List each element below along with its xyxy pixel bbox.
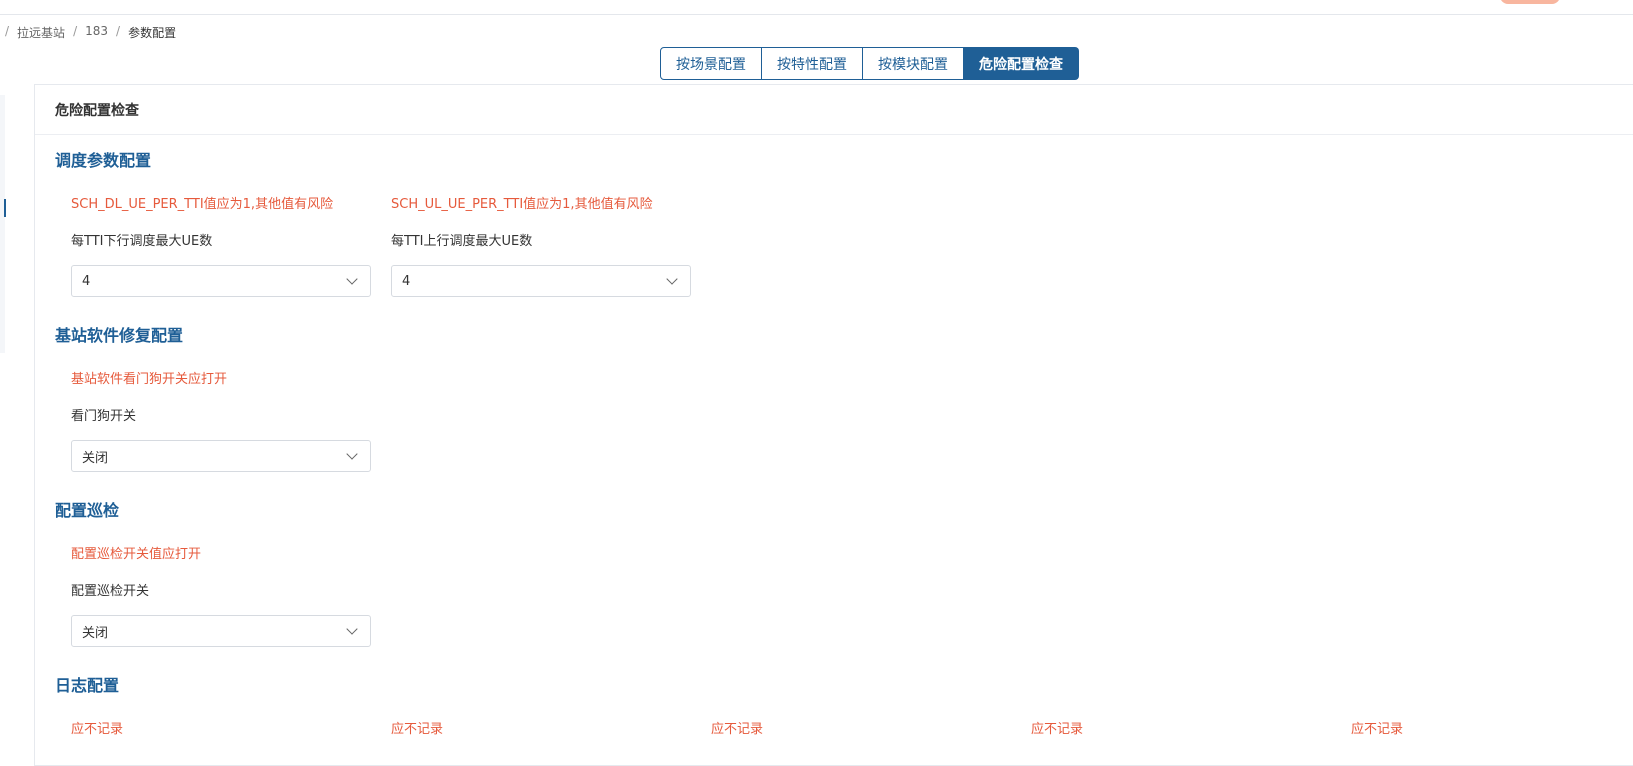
breadcrumb: / 拉远基站 / 183 / 参数配置 [5,24,176,41]
section-title-scheduling: 调度参数配置 [55,151,152,170]
chevron-down-icon [346,273,358,285]
breadcrumb-item-id[interactable]: 183 [85,24,108,41]
section-title-software-repair: 基站软件修复配置 [55,326,184,345]
breadcrumb-item-current: 参数配置 [128,26,177,40]
select-ul-max-ue[interactable]: 4 [391,265,691,297]
section-title-log: 日志配置 [55,676,120,695]
label-ul-max-ue: 每TTI上行调度最大UE数 [391,234,533,249]
select-value: 关闭 [82,625,109,641]
avatar[interactable] [1500,0,1560,4]
warning-watchdog: 基站软件看门狗开关应打开 [71,372,228,387]
warning-log-5: 应不记录 [1351,722,1404,737]
select-dl-max-ue[interactable]: 4 [71,265,371,297]
breadcrumb-separator: / [5,24,10,38]
section-title-inspection: 配置巡检 [55,501,120,520]
warning-log-3: 应不记录 [711,722,764,737]
label-watchdog-switch: 看门狗开关 [71,409,137,424]
side-nav-edge [0,95,5,353]
select-watchdog-switch[interactable]: 关闭 [71,440,371,472]
chevron-down-icon [346,623,358,635]
select-value: 4 [402,273,411,289]
warning-log-1: 应不记录 [71,722,124,737]
breadcrumb-separator: / [73,24,78,38]
chevron-down-icon [666,273,678,285]
warning-log-2: 应不记录 [391,722,444,737]
label-dl-max-ue: 每TTI下行调度最大UE数 [71,234,213,249]
card-title: 危险配置检查 [35,85,1633,135]
label-inspection-switch: 配置巡检开关 [71,584,150,599]
warning-dl-ue-per-tti: SCH_DL_UE_PER_TTI值应为1,其他值有风险 [71,197,334,212]
chevron-down-icon [346,448,358,460]
tab-scene-config[interactable]: 按场景配置 [660,47,762,80]
top-bar [0,0,1633,15]
warning-log-4: 应不记录 [1031,722,1084,737]
tab-danger-check[interactable]: 危险配置检查 [964,47,1079,80]
warning-ul-ue-per-tti: SCH_UL_UE_PER_TTI值应为1,其他值有风险 [391,197,653,212]
tab-module-config[interactable]: 按模块配置 [863,47,964,80]
warning-inspection: 配置巡检开关值应打开 [71,547,202,562]
tab-feature-config[interactable]: 按特性配置 [762,47,863,80]
select-value: 关闭 [82,450,109,466]
side-nav-active-marker [4,199,6,217]
config-mode-tabs: 按场景配置 按特性配置 按模块配置 危险配置检查 [660,47,1079,80]
danger-check-card: 危险配置检查 调度参数配置 SCH_DL_UE_PER_TTI值应为1,其他值有… [34,84,1633,766]
breadcrumb-item-station[interactable]: 拉远基站 [17,24,65,41]
select-inspection-switch[interactable]: 关闭 [71,615,371,647]
breadcrumb-separator: / [116,24,121,38]
select-value: 4 [82,273,91,289]
